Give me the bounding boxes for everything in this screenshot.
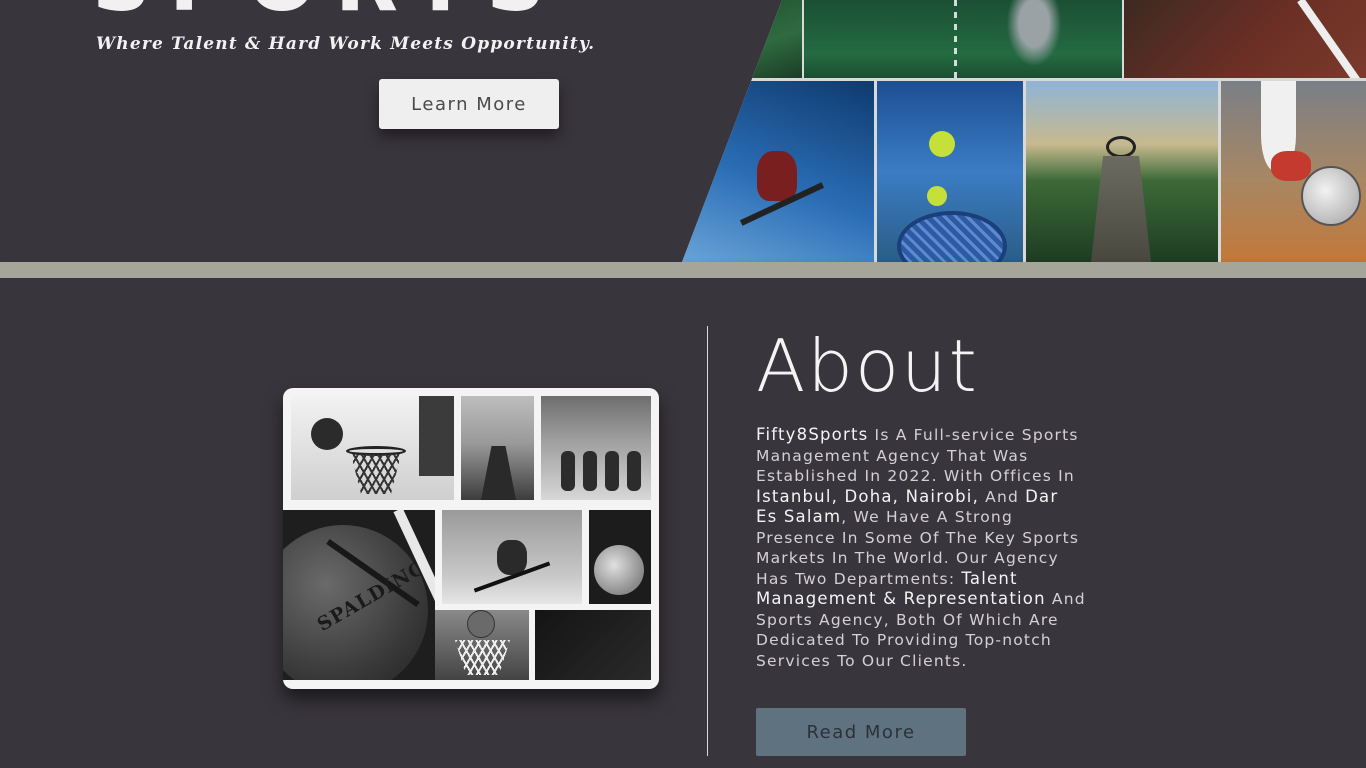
learn-more-button[interactable]: Learn More [379, 79, 559, 129]
about-photo-collage: SPALDING [283, 388, 659, 689]
about-title: About [756, 324, 979, 408]
photo-skier-bw [442, 510, 582, 604]
hero-tagline: Where Talent & Hard Work Meets Opportuni… [96, 34, 596, 54]
photo-skier-jump [682, 81, 874, 262]
photo-sprinter-track [804, 0, 1122, 78]
photo-cyclist-cliff [461, 396, 534, 500]
photo-tennis-player [877, 81, 1023, 262]
photo-basketball-hoop [291, 396, 454, 500]
photo-track-race [541, 396, 651, 500]
about-description: Fifty8Sports Is A Full-service Sports Ma… [756, 425, 1086, 671]
photo-basketball-net-bw [435, 610, 529, 680]
photo-dark-tile [535, 610, 651, 680]
photo-running-track [1124, 0, 1366, 78]
photo-soccer-kick [1221, 81, 1366, 262]
office-cities-1: Istanbul, Doha, Nairobi, [756, 486, 980, 506]
photo-basketball-closeup: SPALDING [283, 510, 435, 680]
hero-section: SPORTS Where Talent & Hard Work Meets Op… [0, 0, 1366, 262]
photo-soccer-ball-bw [589, 510, 651, 604]
about-text-part-2: And [979, 487, 1026, 506]
read-more-button[interactable]: Read More [756, 708, 966, 756]
photo-cyclist-rock [1026, 81, 1218, 262]
brand-name: Fifty8Sports [756, 425, 869, 444]
hero-title: SPORTS [92, 0, 563, 24]
about-section: SPALDING About Fifty8Sports Is A Full-se… [0, 278, 1366, 768]
hero-photo-collage [682, 0, 1366, 262]
section-divider-band [0, 262, 1366, 278]
vertical-divider [707, 326, 708, 756]
photo-football-field [682, 0, 802, 78]
